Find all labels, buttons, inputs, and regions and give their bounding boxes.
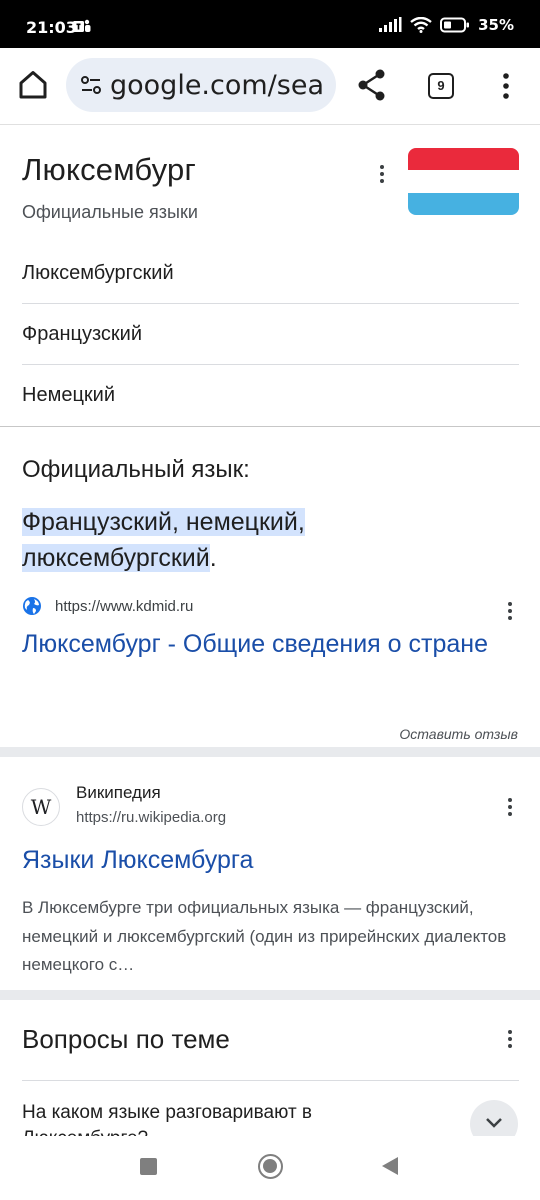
- wiki-url[interactable]: https://ru.wikipedia.org: [76, 809, 226, 826]
- share-icon[interactable]: [356, 68, 388, 102]
- related-questions-title: Вопросы по теме: [22, 1024, 230, 1054]
- toolbar-divider: [0, 124, 540, 125]
- snippet-answer: Французский, немецкий, люксембургский.: [22, 504, 462, 576]
- language-item[interactable]: Немецкий: [22, 365, 519, 426]
- home-icon[interactable]: [16, 68, 50, 102]
- battery-percent: 35%: [478, 16, 514, 34]
- home-nav-icon[interactable]: [258, 1154, 283, 1179]
- more-vert-icon[interactable]: [498, 70, 514, 102]
- more-vert-icon[interactable]: [372, 163, 392, 185]
- system-nav-bar: [0, 1136, 540, 1200]
- wiki-site-name[interactable]: Википедия: [76, 783, 161, 803]
- tabs-icon[interactable]: 9: [428, 73, 454, 99]
- language-item[interactable]: Люксембургский: [22, 243, 519, 304]
- globe-icon: [23, 597, 41, 615]
- wiki-result-title[interactable]: Языки Люксембурга: [22, 846, 253, 875]
- answer-highlight: Французский, немецкий,: [22, 508, 305, 536]
- chevron-down-icon: [486, 1118, 502, 1128]
- browser-toolbar: google.com/sea 9: [0, 48, 540, 126]
- flag-stripe-blue: [408, 192, 519, 215]
- section-divider: [0, 747, 540, 757]
- status-icons: 35%: [378, 16, 514, 34]
- recents-icon[interactable]: [140, 1158, 157, 1175]
- tune-icon[interactable]: [80, 74, 102, 96]
- status-time: 21:03: [26, 18, 77, 37]
- related-question[interactable]: На каком языке разговаривают в Люксембур…: [22, 1100, 442, 1136]
- divider: [22, 1080, 519, 1081]
- snippet-question: Официальный язык:: [22, 456, 250, 483]
- section-divider: [0, 426, 540, 427]
- flag-stripe-white: [408, 170, 519, 193]
- feedback-link[interactable]: Оставить отзыв: [399, 726, 518, 742]
- back-icon[interactable]: [382, 1157, 398, 1175]
- section-divider: [0, 990, 540, 1000]
- url-text: google.com/sea: [110, 69, 324, 101]
- result-link[interactable]: Люксембург - Общие сведения о стране: [22, 626, 492, 662]
- language-item[interactable]: Французский: [22, 304, 519, 365]
- answer-highlight: люксембургский: [22, 544, 210, 572]
- luxembourg-flag[interactable]: [408, 148, 519, 215]
- more-vert-icon[interactable]: [502, 796, 518, 818]
- answer-tail: .: [209, 544, 217, 572]
- signal-icon: [379, 17, 402, 32]
- wikipedia-logo-icon: W: [22, 788, 60, 826]
- source-row[interactable]: https://www.kdmid.ru: [22, 596, 193, 616]
- wifi-icon: [410, 17, 432, 33]
- source-url: https://www.kdmid.ru: [55, 597, 194, 615]
- more-vert-icon[interactable]: [502, 1028, 518, 1050]
- status-bar: 21:03 35%: [0, 0, 540, 48]
- address-bar[interactable]: google.com/sea: [66, 58, 336, 112]
- teams-icon: [73, 19, 91, 32]
- flag-stripe-red: [408, 148, 519, 171]
- language-list: Люксембургский Французский Немецкий: [22, 243, 519, 426]
- more-vert-icon[interactable]: [502, 600, 518, 622]
- battery-icon: [440, 17, 470, 33]
- knowledge-panel-subtitle: Официальные языки: [22, 202, 198, 222]
- knowledge-panel-title: Люксембург: [22, 152, 196, 187]
- wiki-snippet: В Люксембурге три официальных языка — фр…: [22, 898, 507, 974]
